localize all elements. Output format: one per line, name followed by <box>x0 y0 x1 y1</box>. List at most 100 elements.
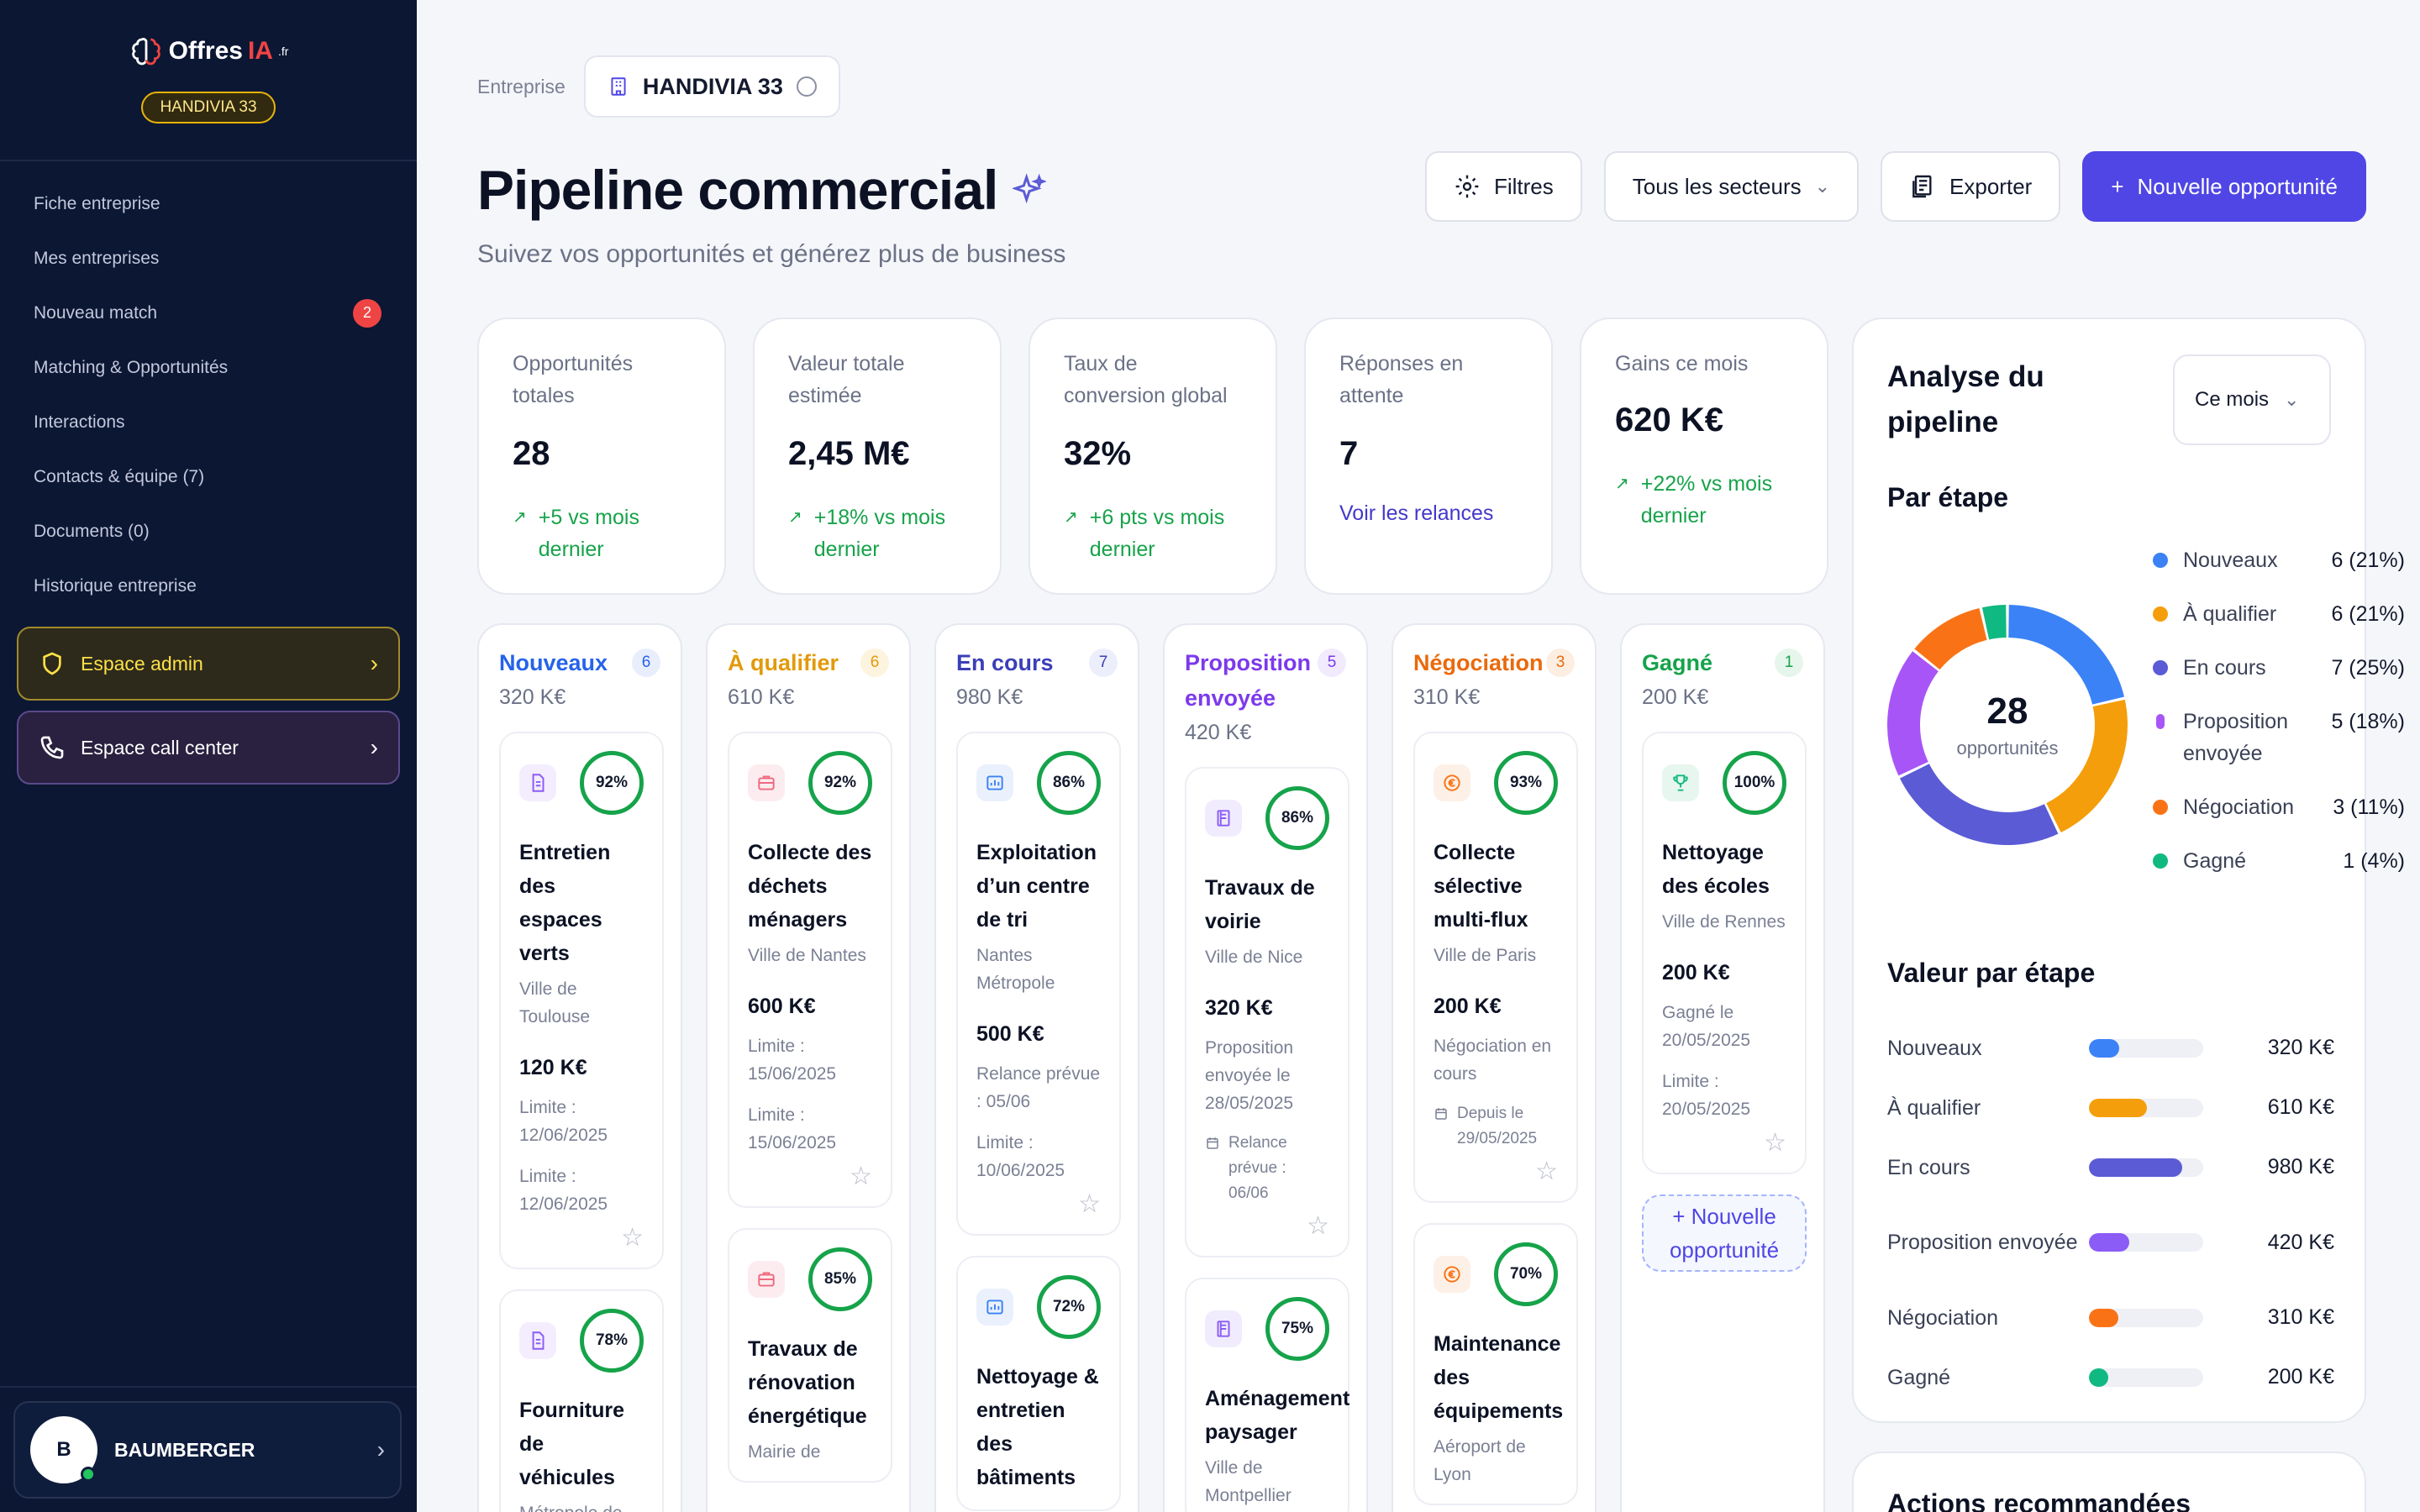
euro-icon <box>1434 764 1470 801</box>
phone-icon <box>40 736 64 759</box>
admin-space-button[interactable]: Espace admin › <box>17 627 400 701</box>
sidebar-item-label: Interactions <box>34 412 125 432</box>
chart-icon <box>976 764 1013 801</box>
sidebar-item-label: Matching & Opportunités <box>34 357 229 377</box>
export-button[interactable]: Exporter <box>1881 151 2061 222</box>
star-icon[interactable]: ☆ <box>976 1189 1101 1219</box>
online-status-icon <box>81 1467 96 1482</box>
company-selector[interactable]: HANDIVIA 33 <box>583 55 840 118</box>
sidebar-item-interactions[interactable]: Interactions <box>0 395 417 449</box>
value-row: À qualifier 610 K€ <box>1887 1078 2334 1137</box>
shield-icon <box>43 652 61 675</box>
chevron-right-icon: › <box>370 650 378 676</box>
filters-button[interactable]: Filtres <box>1424 151 1582 222</box>
opportunity-card[interactable]: 86% Travaux de voirie Ville de Nice 320 K€ P… <box>1185 767 1349 1257</box>
legend-label: Négociation <box>2183 795 2295 819</box>
column-title: Nouveaux <box>499 650 608 675</box>
sidebar-item-label: Contacts & équipe (7) <box>34 466 205 486</box>
sidebar-item-label: Documents (0) <box>34 521 150 541</box>
user-menu[interactable]: B BAUMBERGER › <box>13 1401 402 1499</box>
new-opportunity-button[interactable]: + Nouvelle opportunité <box>2082 151 2366 222</box>
sidebar-item-historique[interactable]: Historique entreprise <box>0 559 417 613</box>
sidebar-item-mes-entreprises[interactable]: Mes entreprises <box>0 231 417 286</box>
opportunity-card[interactable]: 92% Entretien des espaces verts Ville de T… <box>499 732 664 1269</box>
breadcrumb: Entreprise HANDIVIA 33 <box>477 55 840 118</box>
value-row-label: À qualifier <box>1887 1095 1981 1120</box>
star-icon[interactable]: ☆ <box>1434 1157 1558 1186</box>
add-opportunity-button[interactable]: + Nouvelle opportunité <box>1642 1194 1807 1272</box>
period-select[interactable]: Ce mois ⌄ <box>2173 354 2331 445</box>
card-header: 72% <box>976 1274 1101 1340</box>
sidebar-item-fiche-entreprise[interactable]: Fiche entreprise <box>0 176 417 231</box>
column-title: Négociation <box>1413 650 1544 675</box>
card-client: Nantes Métropole <box>976 946 1055 993</box>
company-badge: HANDIVIA 33 <box>141 92 276 123</box>
sidebar-item-label: Nouveau match <box>34 302 158 323</box>
legend-value: 6 (21%) <box>2331 549 2405 572</box>
calendar-icon <box>1434 1101 1449 1152</box>
star-icon[interactable]: ☆ <box>1662 1128 1786 1158</box>
trend-up-icon: ↗ <box>1064 508 1078 527</box>
kpi-trend: ↗ +18% vs mois dernier <box>788 501 966 565</box>
kpi-trend: ↗ +6 pts vs mois dernier <box>1064 501 1242 565</box>
sidebar-item-label: Mes entreprises <box>34 248 160 268</box>
opportunity-card[interactable]: 72% Nettoyage & entretien des bâtiments <box>956 1256 1121 1511</box>
opportunity-card[interactable]: 85% Travaux de rénovation énergétique Mair… <box>728 1228 892 1483</box>
logo-name: Offres <box>168 37 243 65</box>
sidebar-item-matching[interactable]: Matching & Opportunités <box>0 340 417 395</box>
opportunity-card[interactable]: 86% Exploitation d’un centre de tri Nantes… <box>956 732 1121 1236</box>
star-icon[interactable]: ☆ <box>748 1162 872 1191</box>
trophy-icon <box>1662 764 1699 801</box>
legend-swatch <box>2153 800 2168 815</box>
card-amount: 120 K€ <box>519 1056 587 1079</box>
opportunity-card[interactable]: 75% Aménagement paysager Ville de Montpell… <box>1185 1278 1349 1512</box>
sector-select[interactable]: Tous les secteurs ⌄ <box>1603 151 1860 222</box>
callcenter-space-label: Espace call center <box>81 736 239 759</box>
opportunity-card[interactable]: 100% Nettoyage des écoles Ville de Rennes 2… <box>1642 732 1807 1174</box>
period-label: Ce mois <box>2195 388 2270 411</box>
column-value: 980 K€ <box>956 685 1023 709</box>
card-title: Exploitation d’un centre de tri <box>976 841 1097 932</box>
kpi-trend: ↗ +5 vs mois dernier <box>513 501 691 565</box>
pipeline-column: Nouveaux 6 320 K€ 92% Entretien des espaces … <box>477 623 682 1512</box>
opportunity-card[interactable]: 70% Maintenance des équipements Aéroport d… <box>1413 1223 1578 1505</box>
column-value: 310 K€ <box>1413 685 1481 709</box>
sidebar-item-documents[interactable]: Documents (0) <box>0 504 417 559</box>
chart-legend: Nouveaux 6 (21%) À qualifier 6 (21%) En cour… <box>2153 544 2405 899</box>
view-reminders-link[interactable]: Voir les relances <box>1339 501 1518 526</box>
pipeline-column: À qualifier 6 610 K€ 92% Collecte des déchet… <box>706 623 911 1512</box>
column-header: En cours 7 <box>956 645 1118 680</box>
card-header: 70% <box>1434 1242 1558 1307</box>
sidebar-item-label: Historique entreprise <box>34 575 197 596</box>
card-header: 93% <box>1434 750 1558 816</box>
opportunity-card[interactable]: 93% Collecte sélective multi-flux Ville de… <box>1413 732 1578 1203</box>
callcenter-space-button[interactable]: Espace call center › <box>17 711 400 785</box>
kpi-card-conversion: Taux de conversion global 32% ↗ +6 pts vs… <box>1028 318 1277 595</box>
kpi-trend-text: +22% vs mois dernier <box>1640 472 1773 528</box>
status-circle-icon <box>796 76 817 97</box>
column-header: Proposition envoyée 5 <box>1185 645 1346 716</box>
trend-up-icon: ↗ <box>788 508 802 527</box>
star-icon[interactable]: ☆ <box>519 1223 644 1252</box>
match-score: 72% <box>1037 1275 1101 1339</box>
value-row-amount: 310 K€ <box>2267 1305 2334 1329</box>
value-bar <box>2089 1233 2129 1252</box>
opportunity-card[interactable]: 92% Collecte des déchets ménagers Ville de… <box>728 732 892 1208</box>
notification-badge: 2 <box>353 298 381 328</box>
value-bar-track <box>2089 1233 2203 1252</box>
match-score: 93% <box>1494 751 1558 815</box>
sidebar-item-contacts[interactable]: Contacts & équipe (7) <box>0 449 417 504</box>
logo[interactable]: Offres IA .fr <box>129 34 288 69</box>
legend-swatch <box>2153 553 2168 568</box>
column-value: 610 K€ <box>728 685 795 709</box>
column-header: Nouveaux 6 <box>499 645 660 680</box>
star-icon[interactable]: ☆ <box>1205 1211 1329 1241</box>
value-row-label: Nouveaux <box>1887 1036 1982 1060</box>
column-title: Proposition envoyée <box>1185 650 1311 711</box>
opportunity-card[interactable]: 78% Fourniture de véhicules Métropole de <box>499 1289 664 1512</box>
sidebar-item-nouveau-match[interactable]: Nouveau match 2 <box>0 286 417 340</box>
legend-entry: À qualifier 6 (21%) <box>2153 598 2405 630</box>
panel-title: Analyse du pipeline <box>1887 360 2044 438</box>
legend-entry: Gagné 1 (4%) <box>2153 845 2405 877</box>
legend-label: Proposition envoyée <box>2183 710 2289 765</box>
